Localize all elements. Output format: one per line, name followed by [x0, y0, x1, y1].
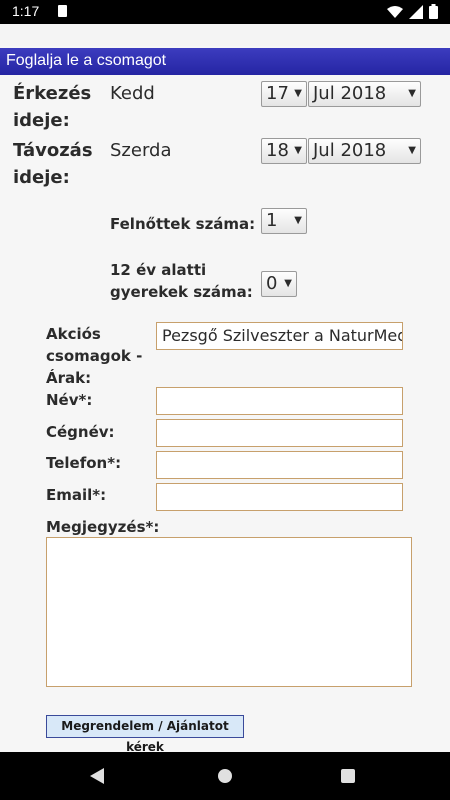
cell-signal-icon: [409, 4, 423, 19]
nav-bar: [0, 752, 450, 800]
departure-label-line2: ideje:: [13, 167, 70, 188]
children-label: 12 év alatti gyerekek száma:: [110, 259, 253, 303]
departure-label-line1: Távozás: [13, 140, 93, 161]
company-label: Cégnév:: [46, 423, 115, 441]
dropdown-arrow-icon: ▼: [294, 145, 302, 156]
children-value: 0: [266, 273, 278, 294]
comment-label: Megjegyzés*:: [46, 518, 160, 536]
dropdown-arrow-icon: ▼: [294, 215, 302, 226]
status-icons: [387, 4, 438, 19]
dropdown-arrow-icon: ▼: [408, 145, 416, 156]
departure-month-value: Jul 2018: [313, 140, 387, 161]
arrival-label: Érkezés ideje:: [13, 80, 91, 134]
arrival-date-value: 17: [266, 83, 289, 104]
home-icon[interactable]: [218, 769, 232, 783]
submit-button[interactable]: Megrendelem / Ajánlatot kérek: [46, 715, 244, 754]
children-select[interactable]: 0 ▼: [261, 271, 297, 297]
name-field[interactable]: [156, 387, 403, 415]
departure-label: Távozás ideje:: [13, 137, 93, 191]
sd-card-icon: [58, 5, 67, 17]
email-field[interactable]: [156, 483, 403, 511]
comment-textarea[interactable]: [46, 537, 412, 687]
company-field[interactable]: [156, 419, 403, 447]
arrival-month-select[interactable]: Jul 2018 ▼: [308, 81, 421, 107]
package-label-line3: Árak:: [46, 369, 92, 387]
departure-month-select[interactable]: Jul 2018 ▼: [308, 138, 421, 164]
page-title: Foglalja le a csomagot: [6, 52, 167, 69]
arrival-day: Kedd: [110, 83, 155, 104]
arrival-month-value: Jul 2018: [313, 83, 387, 104]
package-label-line2: csomagok -: [46, 347, 143, 365]
arrival-label-line1: Érkezés: [13, 83, 92, 104]
back-icon[interactable]: [90, 768, 104, 784]
status-bar: 1:17: [0, 0, 450, 24]
name-label: Név*:: [46, 391, 93, 409]
package-select[interactable]: Pezsgő Szilveszter a NaturMed: [156, 322, 403, 350]
adults-value: 1: [266, 210, 278, 231]
package-label-line1: Akciós: [46, 325, 101, 343]
adults-select[interactable]: 1 ▼: [261, 208, 307, 234]
recents-icon[interactable]: [341, 769, 355, 783]
children-label-line2: gyerekek száma:: [110, 283, 253, 301]
page-header: Foglalja le a csomagot: [0, 48, 450, 75]
dropdown-arrow-icon: ▼: [284, 278, 292, 289]
package-label: Akciós csomagok - Árak:: [46, 323, 142, 389]
adults-label: Felnőttek száma:: [110, 215, 256, 233]
arrival-label-line2: ideje:: [13, 110, 70, 131]
dropdown-arrow-icon: ▼: [408, 88, 416, 99]
phone-label: Telefon*:: [46, 454, 122, 472]
departure-day: Szerda: [110, 140, 172, 161]
email-label: Email*:: [46, 486, 107, 504]
phone-field[interactable]: [156, 451, 403, 479]
children-label-line1: 12 év alatti: [110, 261, 207, 279]
departure-date-select[interactable]: 18 ▼: [261, 138, 307, 164]
departure-date-value: 18: [266, 140, 289, 161]
status-time: 1:17: [12, 3, 40, 19]
page-top-space: [0, 24, 450, 46]
arrival-date-select[interactable]: 17 ▼: [261, 81, 307, 107]
dropdown-arrow-icon: ▼: [294, 88, 302, 99]
battery-icon: [429, 4, 438, 19]
wifi-icon: [387, 5, 403, 18]
